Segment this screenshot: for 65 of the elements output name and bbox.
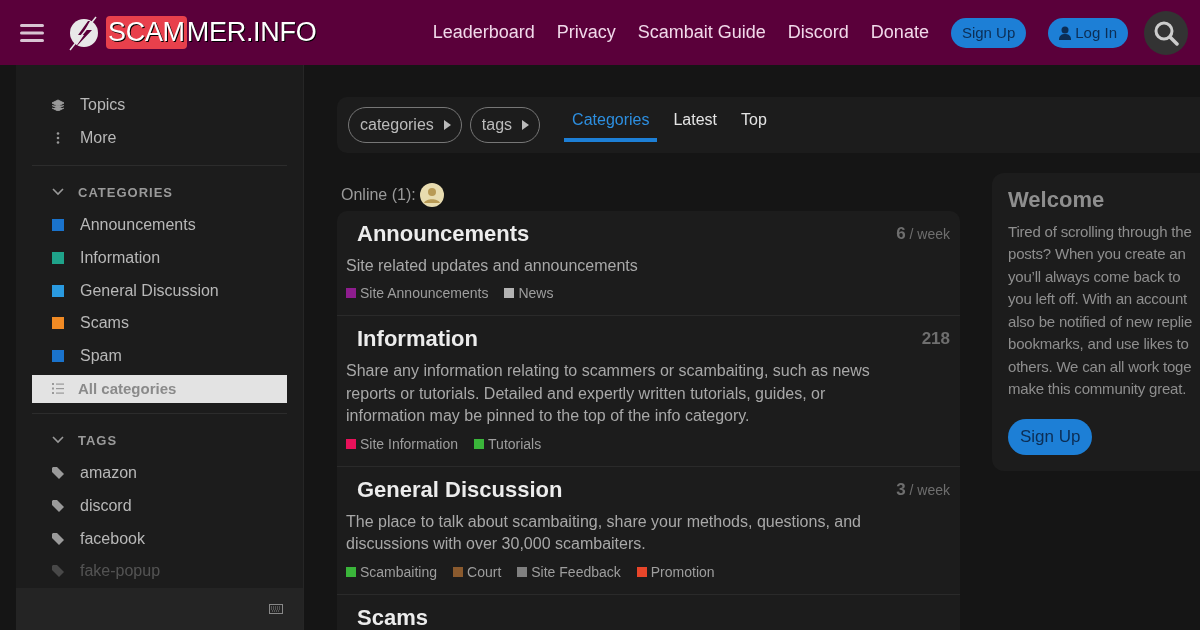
tag-icon [52, 565, 64, 578]
nav-tab[interactable]: Latest [665, 97, 726, 142]
category-title[interactable]: General Discussion [346, 476, 563, 503]
subcategory-link[interactable]: Tutorials [474, 435, 542, 452]
nav-link[interactable]: Donate [870, 22, 929, 43]
tag-icon [52, 499, 64, 512]
category-description: Site related updates and announcements [346, 255, 639, 276]
nav-link[interactable]: Privacy [556, 22, 616, 43]
section-heading[interactable]: CATEGORIES [78, 184, 173, 200]
section-heading[interactable]: TAGS [78, 432, 118, 448]
sidebar-item[interactable]: More [32, 121, 287, 155]
subcategory-link[interactable]: Site Information [346, 435, 459, 452]
category-title[interactable]: Information [346, 326, 478, 353]
caret-icon [522, 119, 530, 130]
sidebar-category[interactable]: Scams [32, 306, 287, 340]
sidebar-category[interactable]: Announcements [32, 208, 287, 242]
subcategory-link[interactable]: Scambaiting [346, 563, 438, 580]
subcategory-link[interactable]: Court [453, 563, 502, 580]
layers-icon [52, 99, 64, 112]
welcome-text: posts? When you create an [1008, 244, 1187, 265]
sidebar-category[interactable]: Information [32, 241, 287, 275]
sidebar-tag[interactable]: facebook [32, 522, 287, 556]
subcategory-link[interactable]: News [504, 285, 554, 302]
nav-link[interactable]: Discord [787, 22, 849, 43]
search-icon [1153, 19, 1179, 46]
subcategory-link[interactable]: Promotion [636, 563, 715, 580]
welcome-text: you left off. With an account [1008, 289, 1189, 310]
menu-icon[interactable] [20, 22, 44, 43]
sidebar-category[interactable]: General Discussion [32, 274, 287, 307]
category-description: Share any information relating to scammers or scambaiting, such as news reports or tutorials. Detailed and expertly written tutorials, guides, or information may be pinned to the top of the info category. [346, 361, 871, 427]
nav-link[interactable]: Scambait Guide [637, 22, 766, 43]
keyboard-icon[interactable] [269, 604, 283, 614]
caret-icon [443, 119, 451, 130]
welcome-text: make this community great. [1008, 379, 1188, 400]
nav-tab[interactable]: Categories [564, 97, 658, 142]
sidebar-category[interactable]: Spam [32, 339, 287, 373]
topic-count: 6 / week [896, 223, 950, 244]
welcome-text: you’ll always come back to [1008, 266, 1182, 287]
chevron-icon[interactable] [52, 436, 64, 445]
user-icon [1059, 25, 1072, 40]
tag-icon [52, 467, 64, 479]
welcome-title: Welcome [1008, 186, 1106, 213]
search-button[interactable] [1144, 10, 1188, 55]
category-title[interactable]: Announcements [346, 220, 530, 247]
topic-count: 218 [921, 329, 950, 350]
site-logo[interactable]: SCAM MER.INFO [106, 16, 317, 49]
nav-tab[interactable]: Top [733, 97, 775, 142]
nav-link[interactable]: Leaderboard [432, 22, 535, 43]
subcategory-link[interactable]: Site Feedback [517, 563, 621, 580]
sidebar-tag[interactable]: amazon [32, 456, 287, 490]
welcome-text: also be notified of new replie [1008, 311, 1194, 332]
online-label: Online (1): [341, 185, 416, 204]
category-title[interactable]: Scams [346, 604, 428, 630]
welcome-text: others. We can all work toge [1008, 356, 1193, 377]
tag-icon [52, 532, 64, 545]
topic-count: 3 / week [896, 479, 950, 500]
welcome-text: bookmarks, and use likes to [1008, 334, 1190, 355]
chevron-icon[interactable] [52, 188, 64, 197]
user-avatar[interactable] [419, 182, 444, 207]
sidebar-item[interactable]: Topics [32, 89, 287, 122]
list-icon [52, 383, 64, 395]
subcategory-link[interactable]: Site Announcements [346, 285, 489, 302]
category-description: The place to talk about scambaiting, share your methods, questions, and discussions with over 30,000 scambaiters. [346, 511, 862, 555]
sidebar-tag[interactable]: discord [32, 489, 287, 523]
welcome-text: Tired of scrolling through the [1008, 221, 1193, 242]
